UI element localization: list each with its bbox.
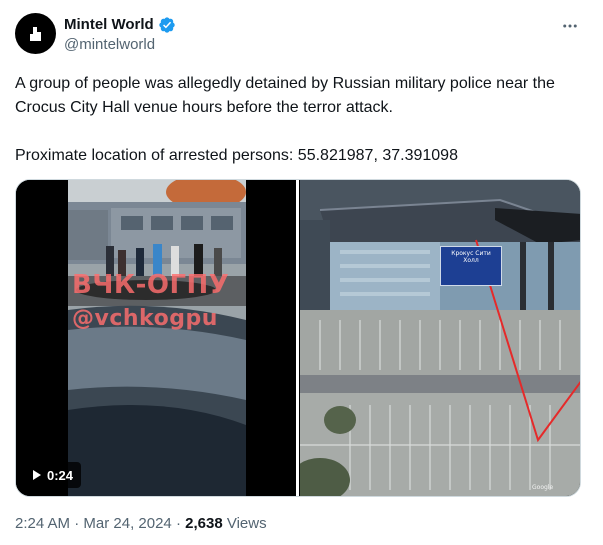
author-handle[interactable]: @mintelworld bbox=[64, 35, 176, 55]
author-block: Mintel World @mintelworld bbox=[64, 15, 176, 55]
map-image[interactable]: Крокус Сити Холл Google bbox=[300, 180, 580, 496]
map-credit: Google bbox=[532, 484, 554, 491]
video-duration: 0:24 bbox=[47, 467, 74, 483]
views-count[interactable]: 2,638 bbox=[185, 515, 223, 532]
tweet-date[interactable]: Mar 24, 2024 bbox=[83, 515, 171, 532]
avatar[interactable] bbox=[15, 13, 56, 54]
venue-sign: Крокус Сити Холл bbox=[440, 246, 502, 286]
mintel-logo-icon bbox=[29, 26, 41, 41]
meta-separator: · bbox=[74, 515, 80, 532]
video-watermark: ВЧК-ОГПУ bbox=[72, 270, 230, 300]
satellite-map bbox=[300, 180, 580, 496]
video-player[interactable]: ВЧК-ОГПУ @vchkogpu 0:24 bbox=[16, 180, 299, 496]
tweet-text: A group of people was allegedly detained… bbox=[15, 72, 590, 168]
author-display-name[interactable]: Mintel World bbox=[64, 15, 154, 35]
more-options-icon[interactable] bbox=[556, 12, 584, 40]
video-duration-badge[interactable]: 0:24 bbox=[25, 462, 82, 488]
play-icon bbox=[33, 470, 41, 480]
video-watermark-handle: @vchkogpu bbox=[72, 306, 218, 331]
video-frame bbox=[16, 180, 299, 496]
tweet-time[interactable]: 2:24 AM bbox=[15, 515, 70, 532]
tweet-paragraph: Proximate location of arrested persons: … bbox=[15, 147, 458, 164]
media-grid: ВЧК-ОГПУ @vchkogpu 0:24 Крокус Сити Холл… bbox=[15, 179, 581, 497]
tweet-meta: 2:24 AM · Mar 24, 2024 · 2,638 Views bbox=[15, 514, 267, 534]
verified-badge-icon bbox=[159, 17, 175, 33]
views-label: Views bbox=[226, 515, 267, 532]
meta-separator: · bbox=[175, 515, 181, 532]
ellipsis-icon bbox=[563, 24, 577, 28]
tweet-paragraph: A group of people was allegedly detained… bbox=[15, 75, 555, 116]
